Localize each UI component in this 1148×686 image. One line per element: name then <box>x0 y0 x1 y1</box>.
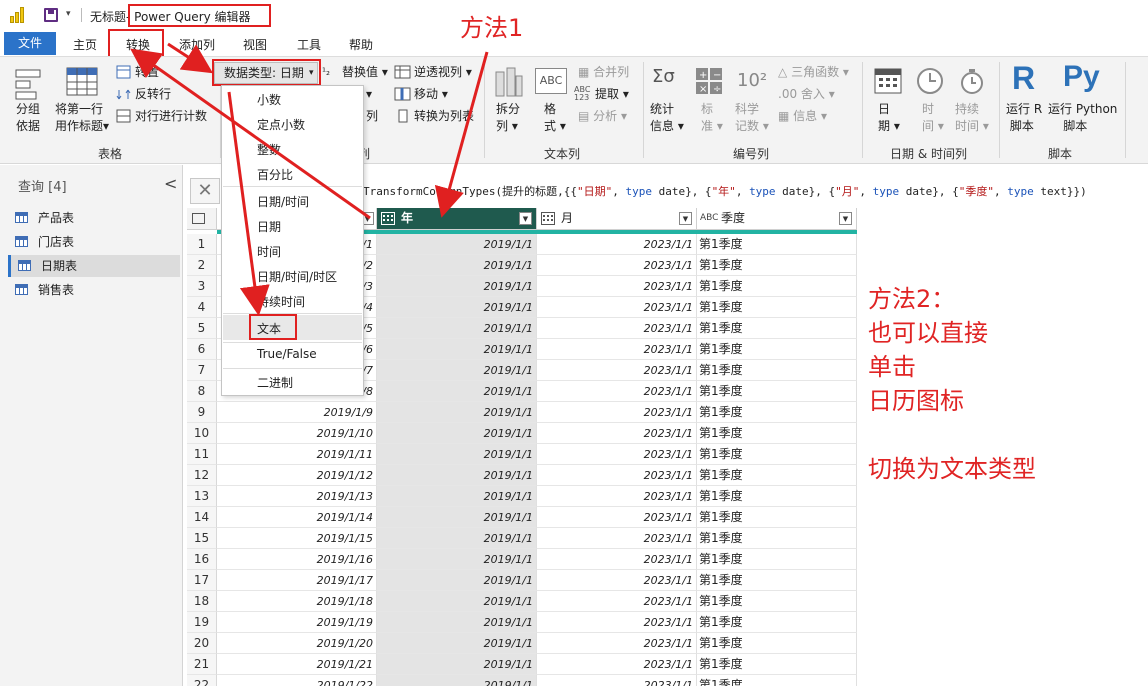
arrow-tab-to-datatype <box>167 42 214 74</box>
arrow-header-to-tab <box>130 48 371 220</box>
annotation-method1: 方法1 <box>460 14 524 42</box>
arrow-to-text-item <box>227 91 270 316</box>
annotation-line: 方法2： <box>868 285 956 313</box>
annotation-method2: 方法2： 也可以直接 单击 日历图标 切换为文本类型 <box>868 282 1036 486</box>
annotation-line: 日历图标 <box>868 387 964 415</box>
annotation-line: 切换为文本类型 <box>868 455 1036 483</box>
annotation-line: 单击 <box>868 353 916 381</box>
annotation-line: 也可以直接 <box>868 319 988 347</box>
annotation-line <box>868 418 1036 452</box>
arrow-method1 <box>434 51 489 218</box>
